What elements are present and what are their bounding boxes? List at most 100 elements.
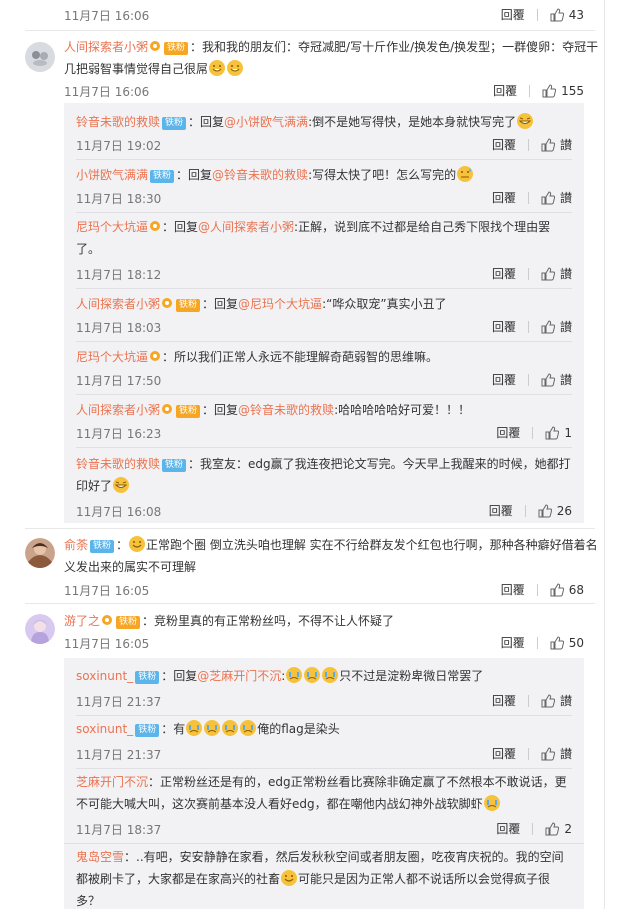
reply-item: 小饼欧气满满 铁粉 ：回复@铃音未歌的救赎:写得太快了吧！怎么写完的 11月7日 1…: [76, 164, 572, 210]
username-link[interactable]: 铃音未歌的救赎: [76, 115, 160, 129]
scrollbar-track[interactable]: [604, 0, 605, 909]
reply-item: 人间探索者小粥 铁粉 ：回复@铃音未歌的救赎:哈哈哈哈哈好可爱！！！ 11月7日 1…: [76, 399, 572, 445]
username-link[interactable]: 小饼欧气满满: [76, 168, 148, 182]
comment-text: ：竞粉里真的有正常粉丝吗，不得不让人怀疑了: [142, 614, 395, 628]
reply-button[interactable]: 回覆: [493, 82, 517, 99]
like-count: 50: [568, 635, 584, 650]
username-link[interactable]: 游了之: [64, 614, 100, 628]
fan-badge: 铁粉: [162, 117, 187, 130]
like-button[interactable]: 1: [545, 426, 572, 440]
fan-badge: 铁粉: [164, 42, 189, 55]
reply-body: soxinunt_ 铁粉 ：有 俺的flag是染头: [76, 718, 572, 740]
reply-button[interactable]: 回覆: [492, 692, 516, 709]
reply-time: 11月7日 18:03: [76, 321, 162, 335]
reply-item: 铃音未歌的救赎 铁粉 ：我室友：edg赢了我连夜把论文写完。今天早上我醒来的时候，她…: [76, 453, 572, 521]
thumb-up-icon: [541, 266, 555, 280]
fan-badge: 铁粉: [135, 724, 160, 737]
username-link[interactable]: 俞荼: [64, 538, 88, 552]
like-button[interactable]: 68: [550, 583, 584, 597]
reply-item: soxinunt_ 铁粉 ：有 俺的flag是染头 11月7日 21:37 回覆 讃: [76, 718, 572, 764]
like-button[interactable]: 讃: [541, 371, 572, 388]
thumb-up-icon: [541, 693, 555, 707]
like-button[interactable]: 讃: [541, 265, 572, 282]
username-link[interactable]: 鬼岛空雪: [76, 850, 124, 864]
mention-link[interactable]: @芝麻开门不沉: [197, 669, 281, 683]
grin-emoji-icon: [209, 60, 226, 76]
laugh-emoji-icon: [113, 477, 130, 493]
username-link[interactable]: 尼玛个大坑逼: [76, 220, 148, 234]
reply-body: 人间探索者小粥 铁粉 ：回复@尼玛个大坑逼:“哗众取宠”真实小丑了: [76, 297, 447, 312]
like-count: 2: [564, 821, 572, 836]
username-link[interactable]: 尼玛个大坑逼: [76, 350, 148, 364]
reply-text: :写得太快了吧！怎么写完的: [308, 168, 457, 182]
reply-button[interactable]: 回覆: [492, 371, 516, 388]
like-button[interactable]: 讃: [541, 692, 572, 709]
fan-medal-icon: [102, 615, 113, 625]
like-button[interactable]: 讃: [541, 189, 572, 206]
reply-button[interactable]: 回覆: [492, 136, 516, 153]
reply-time: 11月7日 18:37: [76, 823, 162, 837]
mention-link[interactable]: @人间探索者小粥: [198, 220, 294, 234]
username-link[interactable]: 铃音未歌的救赎: [76, 457, 160, 471]
reply-button[interactable]: 回覆: [492, 745, 516, 762]
reply-item: 鬼岛空雪：..有吧，安安静静在家看，然后发秋秋空间或者朋友圈，吃夜宵庆祝的。我的…: [76, 846, 572, 909]
reply-button[interactable]: 回覆: [492, 189, 516, 206]
username-link[interactable]: 人间探索者小粥: [76, 403, 160, 417]
reply-button[interactable]: 回覆: [489, 502, 513, 519]
reply-button[interactable]: 回覆: [501, 6, 525, 23]
like-button[interactable]: 讃: [541, 318, 572, 335]
comment-time: 11月7日 16:05: [64, 584, 150, 598]
reply-button[interactable]: 回覆: [492, 318, 516, 335]
reply-body: 尼玛个大坑逼 ：所以我们正常人永远不能理解奇葩弱智的思维嘛。: [76, 346, 572, 368]
reply-time: 11月7日 17:50: [76, 374, 162, 388]
reply-button[interactable]: 回覆: [496, 424, 520, 441]
like-button[interactable]: 155: [542, 84, 584, 98]
reply-actions: 回覆 讃: [492, 265, 572, 282]
reply-button[interactable]: 回覆: [496, 820, 520, 837]
reply-actions: 回覆 讃: [492, 745, 572, 762]
username-link[interactable]: 芝麻开门不沉: [76, 775, 148, 789]
like-count: 68: [568, 582, 584, 597]
like-button[interactable]: 讃: [541, 136, 572, 153]
reply-actions: 回覆 讃: [492, 692, 572, 709]
username-link[interactable]: soxinunt_: [76, 722, 133, 736]
avatar[interactable]: [25, 614, 55, 644]
reply-button[interactable]: 回覆: [501, 581, 525, 598]
thumb-up-icon: [550, 7, 564, 21]
reply-text: :倒不是她写得快，是她本身就快写完了: [308, 115, 517, 129]
mention-link[interactable]: @铃音未歌的救赎: [238, 403, 334, 417]
cry-emoji-icon: [304, 667, 321, 683]
avatar[interactable]: [25, 538, 55, 568]
thumb-up-icon: [541, 137, 555, 151]
avatar[interactable]: [25, 42, 55, 72]
reply-actions: 回覆 讃: [492, 136, 572, 153]
fan-medal-icon: [150, 351, 161, 361]
comment-item: 俞荼 铁粉：正常跑个圈 倒立洗头咱也理解 实在不行给群友发个红包也行啊，那种各种癖…: [25, 534, 605, 598]
laugh-emoji-icon: [517, 113, 534, 129]
mention-link[interactable]: @铃音未歌的救赎: [212, 168, 308, 182]
like-button[interactable]: 2: [545, 822, 572, 836]
like-button[interactable]: 26: [538, 504, 572, 518]
mention-link[interactable]: @小饼欧气满满: [224, 115, 308, 129]
like-button[interactable]: 50: [550, 636, 584, 650]
comment-body: 人间探索者小粥 铁粉 ：我和我的朋友们：夺冠减肥/写十斤作业/换发色/换发型；一群傻…: [64, 36, 604, 80]
mention-link[interactable]: @尼玛个大坑逼: [238, 297, 322, 311]
like-count: 155: [561, 83, 584, 98]
username-link[interactable]: soxinunt_: [76, 669, 133, 683]
username-link[interactable]: 人间探索者小粥: [64, 40, 148, 54]
like-button[interactable]: 43: [550, 8, 584, 22]
fan-medal-icon: [150, 221, 161, 231]
comment-actions: 回覆 68: [501, 581, 584, 598]
thumb-up-icon: [542, 83, 557, 97]
reply-button[interactable]: 回覆: [501, 634, 525, 651]
reply-item: 芝麻开门不沉：正常粉丝还是有的，edg正常粉丝看比赛除非确定赢了不然根本不敢说话…: [76, 771, 572, 841]
reply-button[interactable]: 回覆: [492, 265, 516, 282]
fan-badge: 铁粉: [176, 299, 201, 312]
fan-badge: 铁粉: [150, 170, 175, 183]
like-button[interactable]: 讃: [541, 745, 572, 762]
thumb-up-icon: [550, 635, 564, 649]
username-link[interactable]: 人间探索者小粥: [76, 297, 160, 311]
reply-text: 只不过是淀粉卑微日常罢了: [339, 669, 484, 683]
fan-badge: 铁粉: [116, 616, 141, 629]
fan-badge: 铁粉: [135, 671, 160, 684]
